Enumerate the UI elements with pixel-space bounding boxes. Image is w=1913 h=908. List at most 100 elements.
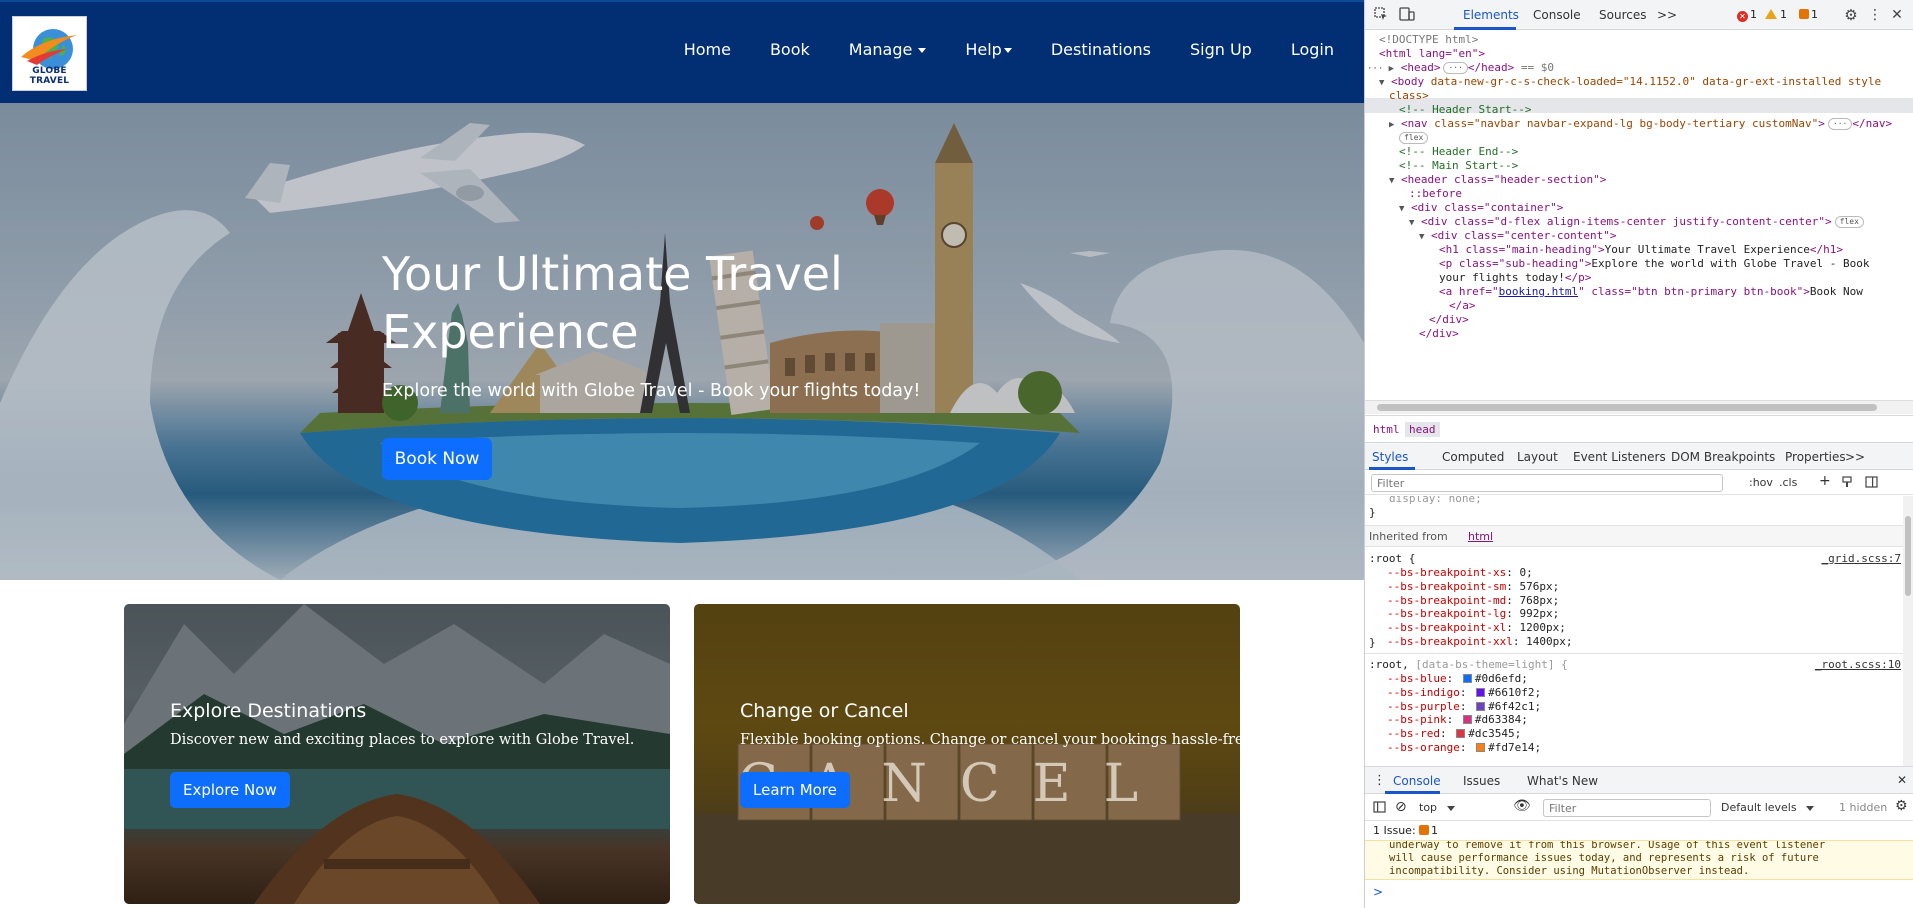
tab-computed[interactable]: Computed (1442, 450, 1504, 464)
styles-vertical-scrollbar[interactable] (1903, 496, 1913, 766)
dom-h1[interactable]: <h1 class="main-heading">Your Ultimate T… (1439, 243, 1843, 257)
dom-doctype[interactable]: <!DOCTYPE html> (1379, 33, 1478, 47)
tab-layout[interactable]: Layout (1517, 450, 1558, 464)
css-declaration[interactable]: --bs-breakpoint-xs: 0; (1387, 566, 1533, 580)
scrollbar-thumb[interactable] (1905, 516, 1911, 596)
dom-p[interactable]: <p class="sub-heading">Explore the world… (1439, 257, 1869, 271)
nav-home[interactable]: Home (684, 40, 731, 59)
dom-header[interactable]: ▼ <header class="header-section"> (1389, 173, 1606, 188)
nav-manage[interactable]: Manage (849, 40, 927, 59)
ellipsis-icon[interactable]: ··· (1827, 118, 1853, 130)
device-toolbar-icon[interactable] (1399, 7, 1415, 23)
css-declaration[interactable]: --bs-breakpoint-sm: 576px; (1387, 580, 1559, 594)
explore-now-button[interactable]: Explore Now (170, 772, 290, 808)
dom-container[interactable]: ▼ <div class="container"> (1399, 201, 1563, 216)
drawer-tab-whats-new[interactable]: What's New (1527, 774, 1598, 788)
css-declaration[interactable]: --bs-breakpoint-xl: 1200px; (1387, 621, 1566, 635)
css-color-declaration[interactable]: --bs-indigo: #6610f2; (1387, 686, 1541, 700)
sidebar-toggle-icon[interactable] (1373, 801, 1386, 816)
css-color-declaration[interactable]: --bs-purple: #6f42c1; (1387, 700, 1541, 714)
tab-console[interactable]: Console (1533, 8, 1581, 22)
learn-more-button[interactable]: Learn More (740, 772, 850, 808)
dom-head-row[interactable]: ··· ▶ <head> ··· </head> == $0 (1367, 61, 1554, 76)
styles-filter-input[interactable] (1371, 474, 1723, 492)
styles-pane[interactable]: display: none; } Inherited from html :ro… (1365, 496, 1913, 766)
drawer-menu-icon[interactable]: ⋮ (1373, 773, 1386, 788)
console-settings-gear-icon[interactable]: ⚙ (1895, 798, 1908, 814)
color-swatch[interactable] (1476, 743, 1486, 752)
clear-console-icon[interactable]: ⊘ (1395, 799, 1407, 815)
console-prompt[interactable]: > (1373, 885, 1383, 899)
dom-html[interactable]: <html lang="en"> (1379, 47, 1485, 61)
color-swatch[interactable] (1456, 729, 1466, 739)
rule-source-link[interactable]: _grid.scss:7 (1822, 552, 1901, 565)
log-levels-select[interactable]: Default levels (1721, 801, 1815, 814)
css-color-declaration[interactable]: --bs-red: #dc3545; (1387, 727, 1521, 741)
new-rule-plus-icon[interactable]: + (1819, 473, 1831, 489)
logo[interactable]: GLOBE TRAVEL (12, 16, 87, 91)
dom-before[interactable]: ::before (1409, 187, 1462, 201)
nav-book[interactable]: Book (770, 40, 810, 59)
hov-toggle[interactable]: :hov (1749, 476, 1773, 489)
warning-count-badge[interactable]: 1 (1765, 8, 1787, 21)
paint-brush-icon[interactable] (1841, 476, 1853, 491)
book-now-button[interactable]: Book Now (382, 438, 492, 480)
issue-count-badge[interactable]: 1 (1799, 8, 1818, 21)
drawer-tab-console[interactable]: Console (1393, 774, 1441, 788)
rule-selector[interactable]: :root { (1369, 552, 1415, 566)
console-filter-input[interactable] (1543, 799, 1711, 817)
tab-dom-breakpoints[interactable]: DOM Breakpoints (1671, 450, 1775, 464)
breadcrumb-head[interactable]: head (1405, 422, 1440, 437)
inspect-element-icon[interactable] (1373, 7, 1389, 23)
nav-signup[interactable]: Sign Up (1190, 40, 1252, 59)
color-swatch[interactable] (1462, 674, 1472, 683)
tab-elements[interactable]: Elements (1463, 8, 1519, 22)
dom-nav[interactable]: ▶ <nav class="navbar navbar-expand-lg bg… (1389, 117, 1892, 132)
tab-properties[interactable]: Properties (1785, 450, 1846, 464)
toggle-sidebar-icon[interactable] (1865, 476, 1878, 491)
css-color-declaration[interactable]: --bs-pink: #d63384; (1387, 713, 1528, 727)
color-swatch[interactable] (1462, 715, 1472, 725)
breadcrumb-html[interactable]: html (1369, 422, 1404, 437)
nav-destinations[interactable]: Destinations (1051, 40, 1151, 59)
dom-comment[interactable]: <!-- Header End--> (1399, 145, 1518, 159)
cls-toggle[interactable]: .cls (1779, 476, 1797, 489)
tab-event-listeners[interactable]: Event Listeners (1573, 450, 1666, 464)
color-swatch[interactable] (1476, 701, 1486, 711)
live-expression-eye-icon[interactable]: 👁 (1513, 798, 1531, 814)
close-drawer-icon[interactable]: ✕ (1897, 773, 1907, 787)
dom-body[interactable]: ▼ <body data-new-gr-c-s-check-loaded="14… (1379, 75, 1881, 90)
drawer-tab-issues[interactable]: Issues (1463, 774, 1500, 788)
css-color-declaration[interactable]: --bs-blue: #0d6efd; (1387, 672, 1528, 686)
dom-comment[interactable]: <!-- Header Start--> (1399, 103, 1531, 117)
scrollbar-thumb[interactable] (1377, 404, 1877, 411)
dom-tree[interactable]: <!DOCTYPE html> <html lang="en"> ··· ▶ <… (1365, 31, 1913, 401)
rule-source-link[interactable]: _root.scss:10 (1815, 658, 1901, 671)
more-tabs-icon[interactable]: >> (1657, 8, 1677, 22)
css-declaration[interactable]: --bs-breakpoint-xxl: 1400px; (1387, 635, 1572, 649)
context-select[interactable]: top (1419, 801, 1455, 814)
settings-gear-icon[interactable]: ⚙ (1843, 7, 1859, 23)
dom-dflex[interactable]: ▼ <div class="d-flex align-items-center … (1409, 215, 1864, 230)
inherited-link[interactable]: html (1468, 530, 1493, 543)
tab-sources[interactable]: Sources (1599, 8, 1646, 22)
nav-help[interactable]: Help (965, 40, 1012, 59)
dom-center-content[interactable]: ▼ <div class="center-content"> (1419, 229, 1616, 244)
booking-link[interactable]: booking.html (1499, 285, 1578, 298)
dom-flex-badge[interactable]: flex (1399, 131, 1429, 145)
dom-comment[interactable]: <!-- Main Start--> (1399, 159, 1518, 173)
css-declaration[interactable]: --bs-breakpoint-lg: 992px; (1387, 607, 1559, 621)
kebab-menu-icon[interactable]: ⋮ (1867, 7, 1883, 23)
issue-count-badge[interactable]: 1 (1419, 824, 1438, 837)
more-tabs-icon[interactable]: >> (1845, 450, 1865, 464)
color-swatch[interactable] (1476, 687, 1486, 697)
tab-styles[interactable]: Styles (1372, 450, 1408, 464)
dom-horizontal-scrollbar[interactable] (1365, 400, 1913, 414)
nav-login[interactable]: Login (1291, 40, 1334, 59)
error-count-badge[interactable]: ✕ 1 (1737, 8, 1757, 22)
close-devtools-icon[interactable]: ✕ (1889, 7, 1905, 23)
css-color-declaration[interactable]: --bs-orange: #fd7e14; (1387, 741, 1541, 755)
ellipsis-icon[interactable]: ··· (1443, 62, 1468, 74)
console-issues-row[interactable]: 1 Issue: 1 (1365, 822, 1913, 840)
rule-selector[interactable]: :root, [data-bs-theme=light] { (1369, 658, 1568, 672)
